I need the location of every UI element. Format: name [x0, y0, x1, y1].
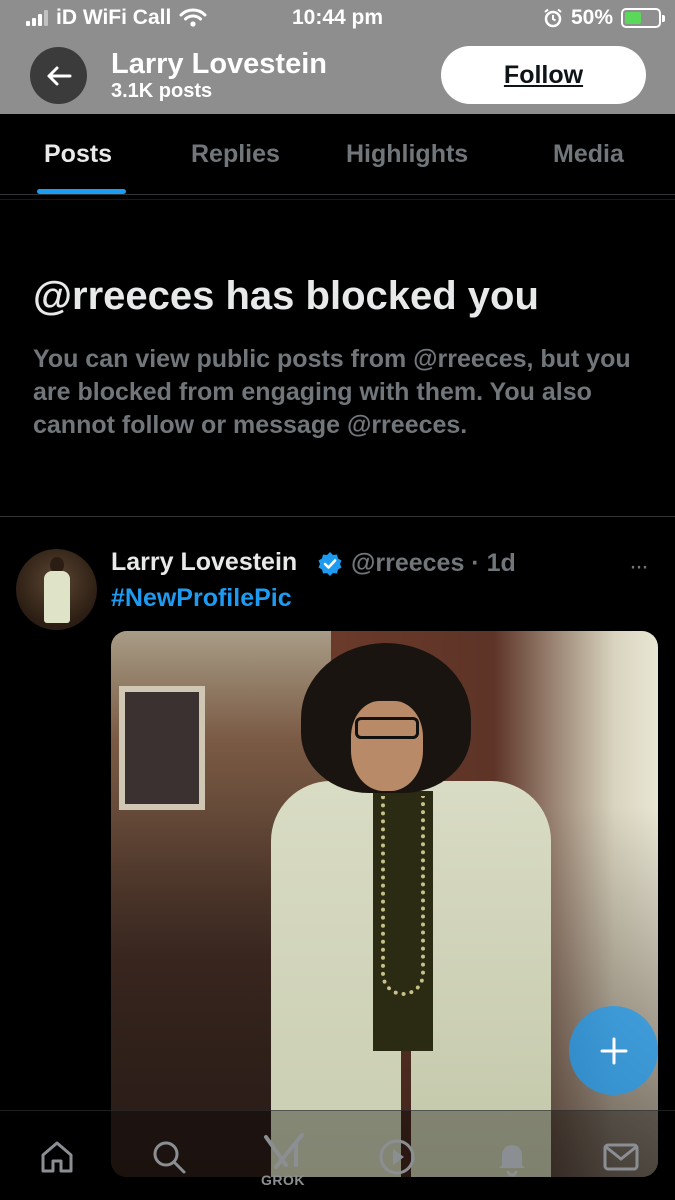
- nav-grok[interactable]: [262, 1129, 306, 1173]
- post-image[interactable]: [111, 631, 658, 1177]
- verified-badge-icon: [318, 552, 342, 576]
- arrow-left-icon: [47, 66, 71, 85]
- battery-icon: [621, 8, 665, 28]
- nav-messages[interactable]: [599, 1135, 643, 1179]
- nav-home[interactable]: [35, 1135, 79, 1179]
- active-tab-indicator: [37, 189, 126, 194]
- post-handle-time: @rreeces · 1d: [351, 549, 516, 577]
- top-bar: iD WiFi Call 10:44 pm 50% Larry Lovestei…: [0, 0, 675, 114]
- tab-highlights[interactable]: Highlights: [346, 140, 468, 169]
- nav-notifications[interactable]: [490, 1135, 534, 1179]
- follow-button[interactable]: Follow: [441, 46, 646, 104]
- avatar[interactable]: [16, 549, 97, 630]
- play-icon: [379, 1139, 415, 1175]
- blocked-title: @rreeces has blocked you: [33, 274, 539, 318]
- tab-media[interactable]: Media: [553, 140, 624, 169]
- more-options-icon[interactable]: ···: [629, 553, 649, 581]
- grok-label: GROK: [261, 1172, 305, 1188]
- tab-posts[interactable]: Posts: [44, 140, 112, 169]
- plus-icon: [600, 1037, 627, 1064]
- post-hashtag[interactable]: #NewProfilePic: [111, 584, 292, 613]
- messages-icon: [603, 1143, 639, 1171]
- tab-replies[interactable]: Replies: [191, 140, 280, 169]
- post-author-name[interactable]: Larry Lovestein: [111, 548, 297, 577]
- post-count: 3.1K posts: [111, 80, 213, 102]
- status-bar: iD WiFi Call 10:44 pm 50%: [0, 0, 675, 36]
- status-right: 50%: [543, 6, 665, 30]
- back-button[interactable]: [30, 47, 87, 104]
- notifications-icon: [499, 1145, 525, 1177]
- nav-search[interactable]: [147, 1135, 191, 1179]
- bottom-navigation: [0, 1110, 675, 1200]
- search-icon: [153, 1141, 186, 1174]
- grok-icon: [264, 1133, 304, 1169]
- profile-tabs: Posts Replies Highlights Media: [0, 114, 675, 195]
- nav-video[interactable]: [375, 1135, 419, 1179]
- alarm-icon: [544, 8, 562, 28]
- profile-name: Larry Lovestein: [111, 48, 327, 80]
- compose-button[interactable]: [569, 1006, 658, 1095]
- divider: [0, 199, 675, 200]
- home-icon: [41, 1141, 73, 1173]
- battery-percent: 50%: [570, 6, 613, 29]
- blocked-description: You can view public posts from @rreeces,…: [33, 345, 631, 439]
- divider: [0, 516, 675, 517]
